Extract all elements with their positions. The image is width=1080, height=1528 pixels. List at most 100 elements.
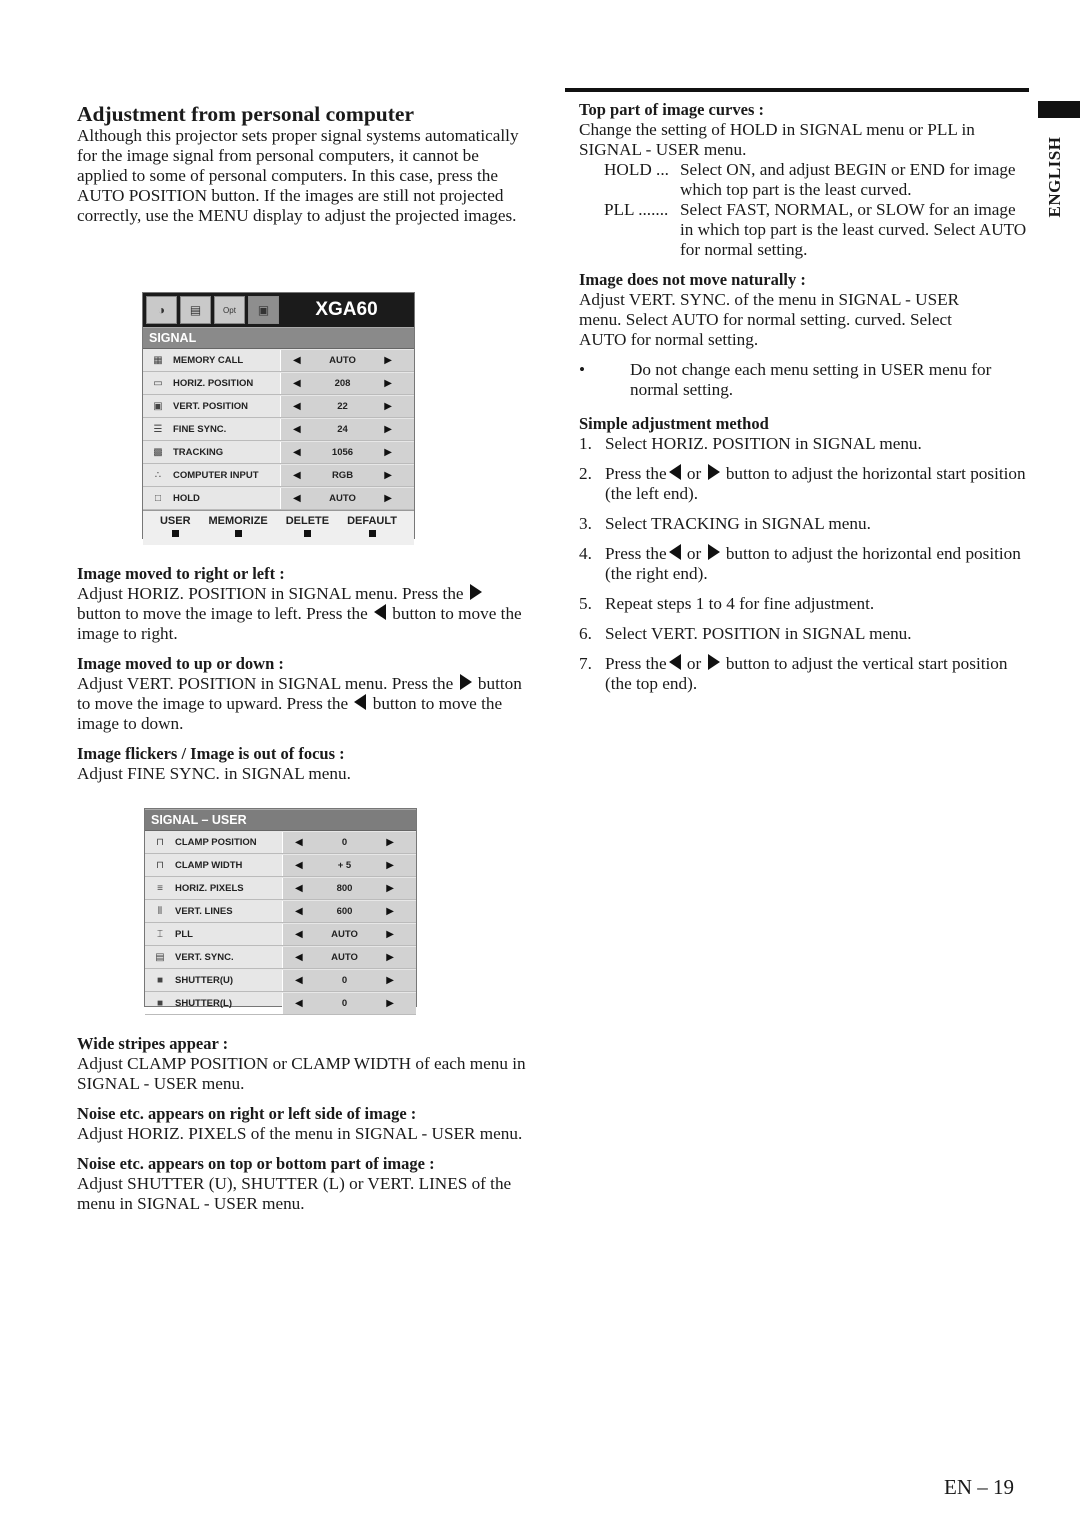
menu-item-value[interactable]: ◀ RGB ▶ bbox=[280, 465, 414, 486]
left-arrow-icon bbox=[668, 654, 681, 670]
header-rule bbox=[565, 88, 1029, 92]
increase-arrow-icon[interactable]: ▶ bbox=[384, 470, 392, 481]
increase-arrow-icon[interactable]: ▶ bbox=[384, 355, 392, 366]
step-text: Press the or button to adjust the horizo… bbox=[605, 464, 1026, 503]
signal-menu-row[interactable]: ∴ COMPUTER INPUT ◀ RGB ▶ bbox=[143, 465, 414, 487]
signal-user-menu-row[interactable]: ■ SHUTTER(L) ◀ 0 ▶ bbox=[145, 993, 416, 1015]
decrease-arrow-icon[interactable]: ◀ bbox=[295, 837, 303, 848]
decrease-arrow-icon[interactable]: ◀ bbox=[295, 975, 303, 986]
picture-adjust-tab[interactable]: ◑ bbox=[146, 296, 177, 324]
decrease-arrow-icon[interactable]: ◀ bbox=[293, 493, 301, 504]
right-arrow-icon bbox=[469, 584, 482, 600]
section-heading: Noise etc. appears on right or left side… bbox=[77, 1104, 417, 1123]
left-arrow-icon bbox=[374, 604, 386, 620]
menu-item-value[interactable]: ◀ 208 ▶ bbox=[280, 373, 414, 394]
top-curves-text: Change the setting of HOLD in SIGNAL men… bbox=[579, 120, 975, 159]
left-arrow-icon bbox=[668, 544, 681, 560]
signal-user-menu: SIGNAL – USER ⊓ CLAMP POSITION ◀ 0 ▶ ⊓ CLAMP W… bbox=[144, 808, 417, 1015]
menu-memorize-button[interactable]: MEMORIZE bbox=[208, 515, 268, 545]
increase-arrow-icon[interactable]: ▶ bbox=[384, 378, 392, 389]
increase-arrow-icon[interactable]: ▶ bbox=[384, 493, 392, 504]
section-heading: Image moved to up or down : bbox=[77, 654, 284, 673]
signal-menu-row[interactable]: □ HOLD ◀ AUTO ▶ bbox=[143, 488, 414, 510]
signal-user-menu-row[interactable]: ≡ HORIZ. PIXELS ◀ 800 ▶ bbox=[145, 878, 416, 900]
signal-tab[interactable]: ▣ bbox=[248, 296, 279, 324]
language-label-text: ENGLISH bbox=[1045, 136, 1064, 218]
step-number: 6. bbox=[579, 624, 592, 643]
button-indicator-icon bbox=[368, 530, 376, 537]
right-arrow-icon bbox=[707, 654, 720, 670]
signal-menu-row[interactable]: ▣ VERT. POSITION ◀ 22 ▶ bbox=[143, 396, 414, 418]
signal-menu-row[interactable]: ▩ TRACKING ◀ 1056 ▶ bbox=[143, 442, 414, 464]
menu-item-value[interactable]: ◀ 0 ▶ bbox=[282, 970, 416, 991]
signal-user-menu-row[interactable]: ⌶ PLL ◀ AUTO ▶ bbox=[145, 924, 416, 946]
option-tab[interactable]: Opt bbox=[214, 296, 245, 324]
menu-item-value[interactable]: ◀ AUTO ▶ bbox=[282, 947, 416, 968]
increase-arrow-icon[interactable]: ▶ bbox=[384, 447, 392, 458]
menu-item-value[interactable]: ◀ 0 ▶ bbox=[282, 832, 416, 853]
increase-arrow-icon[interactable]: ▶ bbox=[386, 952, 394, 963]
step-text: Select TRACKING in SIGNAL menu. bbox=[605, 514, 871, 533]
decrease-arrow-icon[interactable]: ◀ bbox=[293, 401, 301, 412]
decrease-arrow-icon[interactable]: ◀ bbox=[295, 883, 303, 894]
hold-definition: HOLD ... Select ON, and adjust BEGIN or … bbox=[579, 160, 1029, 200]
signal-user-menu-row[interactable]: ■ SHUTTER(U) ◀ 0 ▶ bbox=[145, 970, 416, 992]
decrease-arrow-icon[interactable]: ◀ bbox=[295, 906, 303, 917]
signal-user-menu-row[interactable]: ⊓ CLAMP WIDTH ◀ + 5 ▶ bbox=[145, 855, 416, 877]
left-column-middle: Image moved to right or left : Adjust HOR… bbox=[77, 564, 527, 794]
decrease-arrow-icon[interactable]: ◀ bbox=[293, 355, 301, 366]
section-text: Adjust SHUTTER (U), SHUTTER (L) or VERT.… bbox=[77, 1174, 512, 1213]
increase-arrow-icon[interactable]: ▶ bbox=[384, 401, 392, 412]
horiz-position-icon: ▭ bbox=[153, 378, 163, 389]
menu-user-button[interactable]: USER bbox=[160, 515, 191, 545]
increase-arrow-icon[interactable]: ▶ bbox=[386, 860, 394, 871]
not-natural-section: Image does not move naturally : Adjust V… bbox=[579, 270, 1029, 350]
signal-menu-row[interactable]: ☰ FINE SYNC. ◀ 24 ▶ bbox=[143, 419, 414, 441]
decrease-arrow-icon[interactable]: ◀ bbox=[295, 929, 303, 940]
increase-arrow-icon[interactable]: ▶ bbox=[386, 883, 394, 894]
value-text: AUTO bbox=[331, 952, 358, 963]
menu-item-label: VERT. SYNC. bbox=[175, 952, 234, 963]
section-text: Adjust FINE SYNC. in SIGNAL menu. bbox=[77, 764, 351, 783]
increase-arrow-icon[interactable]: ▶ bbox=[386, 837, 394, 848]
increase-arrow-icon[interactable]: ▶ bbox=[386, 906, 394, 917]
increase-arrow-icon[interactable]: ▶ bbox=[384, 424, 392, 435]
troubleshoot-section: Image flickers / Image is out of focus :… bbox=[77, 744, 527, 784]
value-text: 600 bbox=[336, 906, 353, 917]
signal-user-menu-row[interactable]: ⦀ VERT. LINES ◀ 600 ▶ bbox=[145, 901, 416, 923]
menu-item-value[interactable]: ◀ 0 ▶ bbox=[282, 993, 416, 1014]
menu-item-value[interactable]: ◀ AUTO ▶ bbox=[280, 488, 414, 509]
image-adjust-tab[interactable]: ▤ bbox=[180, 296, 211, 324]
language-tab-label: ENGLISH bbox=[1030, 122, 1080, 232]
increase-arrow-icon[interactable]: ▶ bbox=[386, 998, 394, 1009]
decrease-arrow-icon[interactable]: ◀ bbox=[295, 952, 303, 963]
clamp-position-icon: ⊓ bbox=[156, 837, 164, 848]
decrease-arrow-icon[interactable]: ◀ bbox=[295, 860, 303, 871]
signal-user-menu-row[interactable]: ⊓ CLAMP POSITION ◀ 0 ▶ bbox=[145, 832, 416, 854]
menu-item-value[interactable]: ◀ 24 ▶ bbox=[280, 419, 414, 440]
decrease-arrow-icon[interactable]: ◀ bbox=[295, 998, 303, 1009]
decrease-arrow-icon[interactable]: ◀ bbox=[293, 470, 301, 481]
decrease-arrow-icon[interactable]: ◀ bbox=[293, 424, 301, 435]
left-arrow-icon bbox=[668, 464, 681, 480]
signal-user-menu-row[interactable]: ▤ VERT. SYNC. ◀ AUTO ▶ bbox=[145, 947, 416, 969]
menu-item-value[interactable]: ◀ 1056 ▶ bbox=[280, 442, 414, 463]
menu-item-value[interactable]: ◀ AUTO ▶ bbox=[282, 924, 416, 945]
menu-item-value[interactable]: ◀ 600 ▶ bbox=[282, 901, 416, 922]
menu-item-value[interactable]: ◀ AUTO ▶ bbox=[280, 350, 414, 371]
menu-delete-button[interactable]: DELETE bbox=[286, 515, 329, 545]
decrease-arrow-icon[interactable]: ◀ bbox=[293, 378, 301, 389]
decrease-arrow-icon[interactable]: ◀ bbox=[293, 447, 301, 458]
menu-item-value[interactable]: ◀ 800 ▶ bbox=[282, 878, 416, 899]
signal-menu-row[interactable]: ▦ MEMORY CALL ◀ AUTO ▶ bbox=[143, 350, 414, 372]
increase-arrow-icon[interactable]: ▶ bbox=[386, 975, 394, 986]
signal-menu-row[interactable]: ▭ HORIZ. POSITION ◀ 208 ▶ bbox=[143, 373, 414, 395]
value-text: 208 bbox=[334, 378, 351, 389]
menu-default-button[interactable]: DEFAULT bbox=[347, 515, 397, 545]
memory-call-icon: ▦ bbox=[153, 355, 163, 366]
increase-arrow-icon[interactable]: ▶ bbox=[386, 929, 394, 940]
button-label: MEMORIZE bbox=[208, 515, 268, 527]
clamp-width-icon: ⊓ bbox=[156, 860, 164, 871]
menu-item-value[interactable]: ◀ + 5 ▶ bbox=[282, 855, 416, 876]
menu-item-value[interactable]: ◀ 22 ▶ bbox=[280, 396, 414, 417]
